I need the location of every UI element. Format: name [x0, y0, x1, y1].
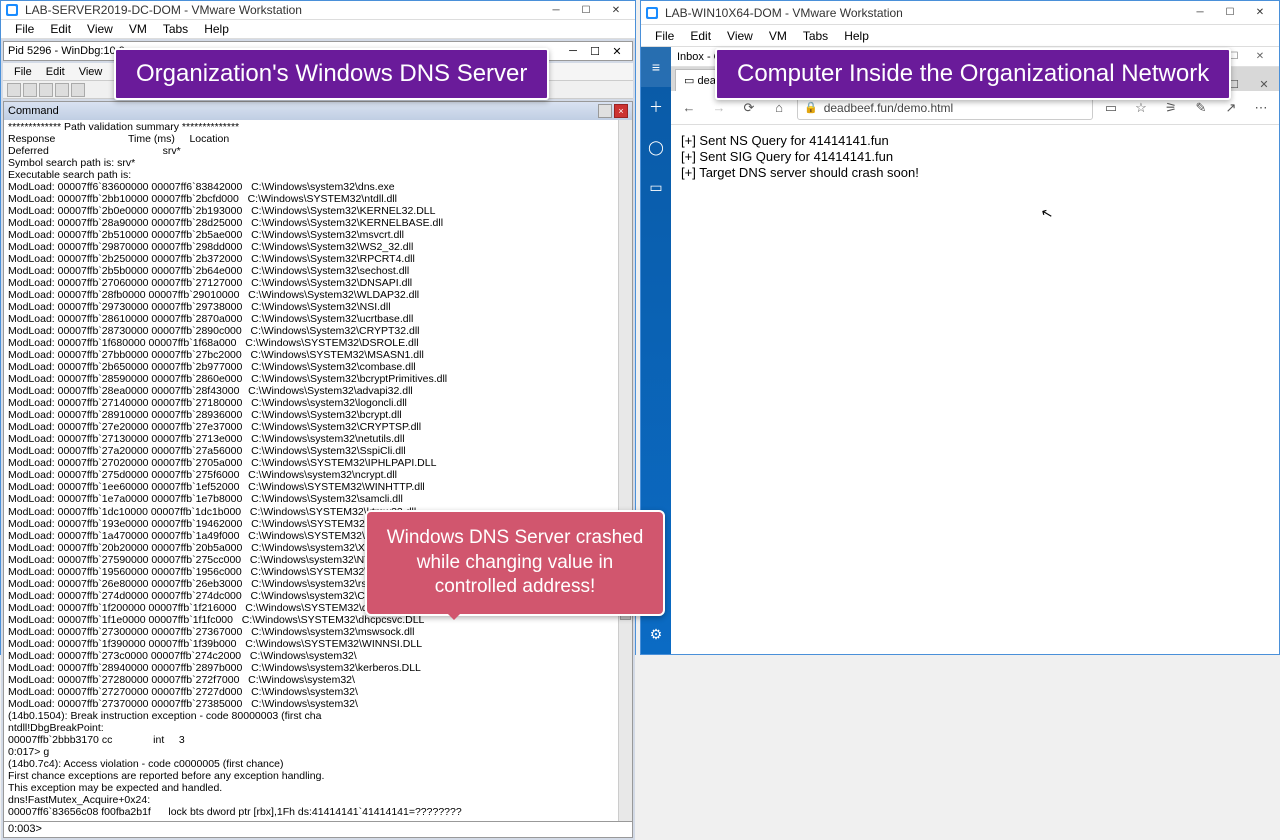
- vm-titlebar-right[interactable]: LAB-WIN10X64-DOM - VMware Workstation ─ …: [641, 1, 1279, 25]
- windbg-minimize[interactable]: ─: [562, 45, 584, 57]
- callout-crash-l1: Windows DNS Server crashed: [385, 526, 645, 551]
- windbg-close[interactable]: ✕: [606, 45, 628, 58]
- vmware-icon: [645, 6, 659, 20]
- minimize-button[interactable]: ─: [1185, 4, 1215, 22]
- menu-vm[interactable]: VM: [121, 20, 155, 38]
- page-line: [+] Sent SIG Query for 41414141.fun: [681, 149, 1269, 164]
- callout-right-text: Computer Inside the Organizational Netwo…: [737, 60, 1209, 87]
- back-icon[interactable]: ←: [677, 96, 701, 120]
- callout-crash-l3: controlled address!: [385, 575, 645, 600]
- menu-vm[interactable]: VM: [761, 27, 795, 45]
- person-icon[interactable]: ◯: [641, 127, 671, 167]
- minimize-button[interactable]: ─: [541, 1, 571, 19]
- mouse-cursor-icon: ↖: [1039, 204, 1055, 223]
- windbg-menu-edit[interactable]: Edit: [39, 65, 72, 79]
- command-input-row: 0:003>: [4, 821, 632, 837]
- command-text: ************* Path validation summary **…: [8, 121, 462, 818]
- vm-menubar-left: File Edit View VM Tabs Help: [1, 20, 635, 39]
- menu-edit[interactable]: Edit: [42, 20, 79, 38]
- callout-left-text: Organization's Windows DNS Server: [136, 60, 527, 87]
- toolbar-icon[interactable]: [39, 83, 53, 97]
- scrollbar[interactable]: [618, 120, 632, 821]
- site-info-icon[interactable]: 🔒: [804, 101, 818, 114]
- toolbar-icon[interactable]: [71, 83, 85, 97]
- menu-file[interactable]: File: [7, 20, 42, 38]
- menu-file[interactable]: File: [647, 27, 682, 45]
- app-close[interactable]: ✕: [1247, 51, 1273, 62]
- command-prompt: 0:003>: [8, 823, 42, 835]
- command-output[interactable]: ************* Path validation summary **…: [4, 120, 632, 821]
- toolbar-icon[interactable]: [55, 83, 69, 97]
- menu-help[interactable]: Help: [836, 27, 877, 45]
- folder-icon[interactable]: ▭: [641, 167, 671, 207]
- command-pane: Command × ************* Path validation …: [3, 101, 633, 838]
- toolbar-icon[interactable]: [7, 83, 21, 97]
- maximize-button[interactable]: ☐: [571, 1, 601, 19]
- command-input[interactable]: [42, 823, 628, 835]
- page-content[interactable]: [+] Sent NS Query for 41414141.fun [+] S…: [671, 125, 1279, 654]
- windbg-menu-view[interactable]: View: [72, 65, 110, 79]
- menu-view[interactable]: View: [719, 27, 761, 45]
- win10-desktop: ≡ ＋ ◯ ▭ ♡ ⚙ Inbox - O ─ ☐ ✕ ▭ deadbeef.f…: [641, 47, 1279, 654]
- callout-crash: Windows DNS Server crashed while changin…: [365, 510, 665, 616]
- windbg-maximize[interactable]: ☐: [584, 45, 606, 58]
- vm-title-left: LAB-SERVER2019-DC-DOM - VMware Workstati…: [25, 3, 302, 17]
- pane-close-icon[interactable]: ×: [614, 104, 628, 118]
- menu-tabs[interactable]: Tabs: [155, 20, 196, 38]
- close-button[interactable]: ✕: [1245, 4, 1275, 22]
- windbg-window: Pid 5296 - WinDbg:10.0... ─ ☐ ✕ File Edi…: [1, 39, 635, 840]
- callout-right: Computer Inside the Organizational Netwo…: [715, 48, 1231, 100]
- close-button[interactable]: ✕: [601, 1, 631, 19]
- vmware-icon: [5, 3, 19, 17]
- page-line: [+] Sent NS Query for 41414141.fun: [681, 133, 1269, 148]
- hamburger-icon[interactable]: ≡: [641, 47, 671, 87]
- menu-view[interactable]: View: [79, 20, 121, 38]
- vm-title-right: LAB-WIN10X64-DOM - VMware Workstation: [665, 6, 903, 20]
- command-header[interactable]: Command ×: [4, 102, 632, 120]
- windbg-menu-file[interactable]: File: [7, 65, 39, 79]
- tab-favicon: ▭: [684, 74, 694, 87]
- more-icon[interactable]: ⋯: [1249, 96, 1273, 120]
- page-line: [+] Target DNS server should crash soon!: [681, 165, 1269, 180]
- callout-left: Organization's Windows DNS Server: [114, 48, 549, 100]
- win10-app-area: Inbox - O ─ ☐ ✕ ▭ deadbeef.fun ✕ ＋ ⌄ ─ ☐…: [671, 47, 1279, 654]
- menu-tabs[interactable]: Tabs: [795, 27, 836, 45]
- vm-menubar-right: File Edit View VM Tabs Help: [641, 25, 1279, 47]
- browser-close[interactable]: ✕: [1249, 78, 1279, 91]
- vm-titlebar-left[interactable]: LAB-SERVER2019-DC-DOM - VMware Workstati…: [1, 1, 635, 20]
- gear-icon[interactable]: ⚙: [641, 614, 671, 654]
- menu-edit[interactable]: Edit: [682, 27, 719, 45]
- toolbar-icon[interactable]: [23, 83, 37, 97]
- plus-icon[interactable]: ＋: [641, 87, 671, 127]
- maximize-button[interactable]: ☐: [1215, 4, 1245, 22]
- menu-help[interactable]: Help: [196, 20, 237, 38]
- url-text: deadbeef.fun/demo.html: [824, 101, 953, 115]
- command-label: Command: [8, 105, 59, 117]
- pane-dock-icon[interactable]: [598, 104, 612, 118]
- callout-crash-l2: while changing value in: [385, 551, 645, 576]
